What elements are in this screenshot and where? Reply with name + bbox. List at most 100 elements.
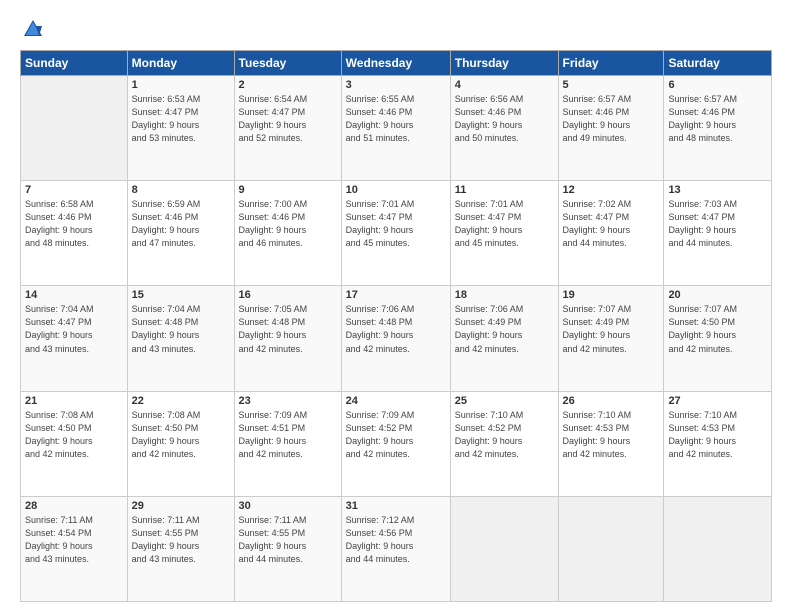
week-row-5: 28 Sunrise: 7:11 AM Sunset: 4:54 PM Dayli… (21, 496, 772, 601)
calendar-cell: 11 Sunrise: 7:01 AM Sunset: 4:47 PM Dayli… (450, 181, 558, 286)
day-detail: Sunrise: 6:54 AM Sunset: 4:47 PM Dayligh… (239, 93, 337, 145)
calendar-cell: 1Sunrise: 6:53 AM Sunset: 4:47 PM Daylig… (127, 76, 234, 181)
day-number: 7 (25, 184, 123, 196)
day-detail: Sunrise: 7:01 AM Sunset: 4:47 PM Dayligh… (346, 198, 446, 250)
day-number: 28 (25, 500, 123, 512)
logo-icon (22, 18, 44, 40)
calendar-cell (558, 496, 664, 601)
day-number: 1 (132, 79, 230, 91)
calendar-cell: 18Sunrise: 7:06 AM Sunset: 4:49 PM Dayli… (450, 286, 558, 391)
day-detail: Sunrise: 7:04 AM Sunset: 4:48 PM Dayligh… (132, 303, 230, 355)
calendar-cell: 12Sunrise: 7:02 AM Sunset: 4:47 PM Dayli… (558, 181, 664, 286)
calendar-cell: 28 Sunrise: 7:11 AM Sunset: 4:54 PM Dayli… (21, 496, 128, 601)
calendar-cell: 14Sunrise: 7:04 AM Sunset: 4:47 PM Dayli… (21, 286, 128, 391)
day-number: 15 (132, 289, 230, 301)
day-detail: Sunrise: 7:04 AM Sunset: 4:47 PM Dayligh… (25, 303, 123, 355)
day-detail: Sunrise: 7:06 AM Sunset: 4:49 PM Dayligh… (455, 303, 554, 355)
day-detail: Sunrise: 6:59 AM Sunset: 4:46 PM Dayligh… (132, 198, 230, 250)
day-number: 24 (346, 395, 446, 407)
logo (20, 18, 44, 40)
calendar-cell: 15 Sunrise: 7:04 AM Sunset: 4:48 PM Dayli… (127, 286, 234, 391)
calendar-body: 1Sunrise: 6:53 AM Sunset: 4:47 PM Daylig… (21, 76, 772, 602)
day-number: 31 (346, 500, 446, 512)
day-detail: Sunrise: 7:03 AM Sunset: 4:47 PM Dayligh… (668, 198, 767, 250)
day-number: 17 (346, 289, 446, 301)
day-number: 23 (239, 395, 337, 407)
day-detail: Sunrise: 6:57 AM Sunset: 4:46 PM Dayligh… (668, 93, 767, 145)
calendar-cell: 8 Sunrise: 6:59 AM Sunset: 4:46 PM Daylig… (127, 181, 234, 286)
calendar-cell: 19 Sunrise: 7:07 AM Sunset: 4:49 PM Dayli… (558, 286, 664, 391)
day-number: 6 (668, 79, 767, 91)
calendar-cell: 13 Sunrise: 7:03 AM Sunset: 4:47 PM Dayli… (664, 181, 772, 286)
day-detail: Sunrise: 7:11 AM Sunset: 4:55 PM Dayligh… (239, 514, 337, 566)
calendar-cell: 23Sunrise: 7:09 AM Sunset: 4:51 PM Dayli… (234, 391, 341, 496)
week-row-4: 21 Sunrise: 7:08 AM Sunset: 4:50 PM Dayli… (21, 391, 772, 496)
day-number: 4 (455, 79, 554, 91)
day-number: 21 (25, 395, 123, 407)
calendar-cell: 17 Sunrise: 7:06 AM Sunset: 4:48 PM Dayli… (341, 286, 450, 391)
calendar-cell: 29Sunrise: 7:11 AM Sunset: 4:55 PM Dayli… (127, 496, 234, 601)
calendar-cell: 9 Sunrise: 7:00 AM Sunset: 4:46 PM Daylig… (234, 181, 341, 286)
calendar-cell: 24 Sunrise: 7:09 AM Sunset: 4:52 PM Dayli… (341, 391, 450, 496)
calendar-cell (21, 76, 128, 181)
calendar-cell: 20 Sunrise: 7:07 AM Sunset: 4:50 PM Dayli… (664, 286, 772, 391)
day-detail: Sunrise: 7:10 AM Sunset: 4:52 PM Dayligh… (455, 409, 554, 461)
day-number: 13 (668, 184, 767, 196)
day-detail: Sunrise: 7:05 AM Sunset: 4:48 PM Dayligh… (239, 303, 337, 355)
day-number: 20 (668, 289, 767, 301)
header (20, 18, 772, 40)
day-number: 8 (132, 184, 230, 196)
calendar-cell: 10 Sunrise: 7:01 AM Sunset: 4:47 PM Dayli… (341, 181, 450, 286)
day-number: 2 (239, 79, 337, 91)
day-detail: Sunrise: 7:09 AM Sunset: 4:52 PM Dayligh… (346, 409, 446, 461)
calendar-cell (664, 496, 772, 601)
day-detail: Sunrise: 7:07 AM Sunset: 4:50 PM Dayligh… (668, 303, 767, 355)
calendar-cell: 3Sunrise: 6:55 AM Sunset: 4:46 PM Daylig… (341, 76, 450, 181)
calendar-cell: 2 Sunrise: 6:54 AM Sunset: 4:47 PM Daylig… (234, 76, 341, 181)
calendar-cell: 22Sunrise: 7:08 AM Sunset: 4:50 PM Dayli… (127, 391, 234, 496)
calendar-cell: 4 Sunrise: 6:56 AM Sunset: 4:46 PM Daylig… (450, 76, 558, 181)
calendar-cell: 31 Sunrise: 7:12 AM Sunset: 4:56 PM Dayli… (341, 496, 450, 601)
dow-header-wednesday: Wednesday (341, 51, 450, 76)
day-number: 3 (346, 79, 446, 91)
day-number: 25 (455, 395, 554, 407)
day-number: 11 (455, 184, 554, 196)
day-number: 10 (346, 184, 446, 196)
day-number: 19 (563, 289, 660, 301)
week-row-3: 14Sunrise: 7:04 AM Sunset: 4:47 PM Dayli… (21, 286, 772, 391)
day-detail: Sunrise: 7:00 AM Sunset: 4:46 PM Dayligh… (239, 198, 337, 250)
day-detail: Sunrise: 6:57 AM Sunset: 4:46 PM Dayligh… (563, 93, 660, 145)
day-of-week-row: SundayMondayTuesdayWednesdayThursdayFrid… (21, 51, 772, 76)
day-detail: Sunrise: 7:01 AM Sunset: 4:47 PM Dayligh… (455, 198, 554, 250)
calendar-cell (450, 496, 558, 601)
calendar-cell: 26 Sunrise: 7:10 AM Sunset: 4:53 PM Dayli… (558, 391, 664, 496)
calendar-cell: 6 Sunrise: 6:57 AM Sunset: 4:46 PM Daylig… (664, 76, 772, 181)
day-detail: Sunrise: 7:10 AM Sunset: 4:53 PM Dayligh… (563, 409, 660, 461)
day-number: 16 (239, 289, 337, 301)
day-detail: Sunrise: 7:10 AM Sunset: 4:53 PM Dayligh… (668, 409, 767, 461)
day-detail: Sunrise: 6:56 AM Sunset: 4:46 PM Dayligh… (455, 93, 554, 145)
day-detail: Sunrise: 7:02 AM Sunset: 4:47 PM Dayligh… (563, 198, 660, 250)
day-number: 26 (563, 395, 660, 407)
day-number: 5 (563, 79, 660, 91)
day-number: 27 (668, 395, 767, 407)
day-detail: Sunrise: 7:07 AM Sunset: 4:49 PM Dayligh… (563, 303, 660, 355)
dow-header-saturday: Saturday (664, 51, 772, 76)
dow-header-thursday: Thursday (450, 51, 558, 76)
day-detail: Sunrise: 7:11 AM Sunset: 4:54 PM Dayligh… (25, 514, 123, 566)
week-row-1: 1Sunrise: 6:53 AM Sunset: 4:47 PM Daylig… (21, 76, 772, 181)
day-detail: Sunrise: 7:06 AM Sunset: 4:48 PM Dayligh… (346, 303, 446, 355)
day-detail: Sunrise: 7:08 AM Sunset: 4:50 PM Dayligh… (25, 409, 123, 461)
day-number: 9 (239, 184, 337, 196)
dow-header-friday: Friday (558, 51, 664, 76)
week-row-2: 7Sunrise: 6:58 AM Sunset: 4:46 PM Daylig… (21, 181, 772, 286)
calendar-cell: 5 Sunrise: 6:57 AM Sunset: 4:46 PM Daylig… (558, 76, 664, 181)
day-detail: Sunrise: 7:12 AM Sunset: 4:56 PM Dayligh… (346, 514, 446, 566)
calendar-cell: 21 Sunrise: 7:08 AM Sunset: 4:50 PM Dayli… (21, 391, 128, 496)
day-number: 30 (239, 500, 337, 512)
calendar-cell: 7Sunrise: 6:58 AM Sunset: 4:46 PM Daylig… (21, 181, 128, 286)
calendar-cell: 30 Sunrise: 7:11 AM Sunset: 4:55 PM Dayli… (234, 496, 341, 601)
day-detail: Sunrise: 7:08 AM Sunset: 4:50 PM Dayligh… (132, 409, 230, 461)
calendar-table: SundayMondayTuesdayWednesdayThursdayFrid… (20, 50, 772, 602)
calendar-cell: 27 Sunrise: 7:10 AM Sunset: 4:53 PM Dayli… (664, 391, 772, 496)
